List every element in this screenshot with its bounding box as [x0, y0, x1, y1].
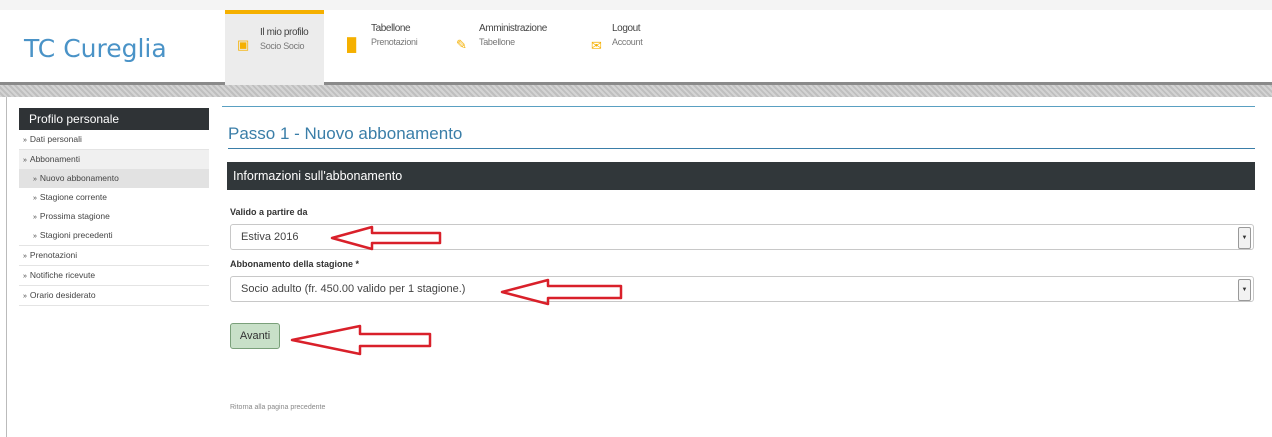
- nav-label: Logout: [612, 23, 641, 34]
- nav-item-amministrazione[interactable]: ✎ Amministrazione Tabellone: [452, 10, 567, 82]
- sidebar-item-label: Stagioni precedenti: [39, 230, 113, 240]
- sidebar-item-stagione-corrente[interactable]: » Stagione corrente: [19, 188, 209, 207]
- left-border: [6, 97, 7, 437]
- dropdown-arrow-icon[interactable]: ▼: [1238, 227, 1251, 249]
- sidebar-item-label: Prossima stagione: [39, 211, 110, 221]
- section-header: Informazioni sull'abbonamento: [227, 162, 1255, 190]
- top-strip: [0, 0, 1272, 10]
- sidebar-item-abbonamenti[interactable]: » Abbonamenti: [19, 150, 209, 169]
- sidebar-item-label: Notifiche ricevute: [29, 270, 96, 280]
- nav-item-tabellone[interactable]: █ Tabellone Prenotazioni: [340, 10, 435, 82]
- main-content: Passo 1 - Nuovo abbonamento Informazioni…: [222, 106, 1255, 411]
- sidebar-item-dati-personali[interactable]: » Dati personali: [19, 130, 209, 150]
- app-logo[interactable]: TC Cureglia: [24, 34, 167, 63]
- season-value: Socio adulto (fr. 450.00 valido per 1 st…: [241, 283, 466, 295]
- sidebar-item-stagioni-precedenti[interactable]: » Stagioni precedenti: [19, 226, 209, 246]
- sidebar-item-prossima-stagione[interactable]: » Prossima stagione: [19, 207, 209, 226]
- sidebar-item-label: Abbonamenti: [29, 154, 80, 164]
- dropdown-arrow-icon[interactable]: ▼: [1238, 279, 1251, 301]
- nav-sublabel: Prenotazioni: [371, 37, 418, 47]
- mail-icon: ✉: [591, 38, 602, 53]
- sidebar-item-label: Prenotazioni: [29, 250, 78, 260]
- nav-sublabel: Socio Socio: [260, 41, 305, 51]
- top-rule: [222, 106, 1255, 107]
- bullet-icon: »: [23, 137, 27, 144]
- valid-from-value: Estiva 2016: [241, 231, 299, 243]
- header: TC Cureglia ▣ Il mio profilo Socio Socio…: [0, 10, 1272, 86]
- nav-label: Il mio profilo: [260, 27, 309, 38]
- bullet-icon: »: [23, 253, 27, 260]
- season-select[interactable]: Socio adulto (fr. 450.00 valido per 1 st…: [230, 276, 1254, 302]
- nav-sublabel: Account: [612, 37, 643, 47]
- nav-item-logout[interactable]: ✉ Logout Account: [588, 10, 668, 82]
- sidebar-item-notifiche-ricevute[interactable]: » Notifiche ricevute: [19, 266, 209, 286]
- sidebar: Profilo personale » Dati personali » Abbon…: [19, 108, 209, 306]
- bullet-icon: »: [33, 233, 37, 240]
- valid-from-label: Valido a partire da: [230, 207, 308, 217]
- sidebar-item-label: Dati personali: [29, 134, 82, 144]
- nav-sublabel: Tabellone: [479, 37, 515, 47]
- sidebar-title: Profilo personale: [19, 108, 209, 130]
- edit-icon: ✎: [456, 37, 467, 52]
- sidebar-item-nuovo-abbonamento[interactable]: » Nuovo abbonamento: [19, 169, 209, 188]
- annotation-arrow-icon: [290, 324, 432, 356]
- header-pattern-band: [0, 85, 1272, 97]
- sidebar-item-label: Orario desiderato: [29, 290, 96, 300]
- annotation-arrow-icon: [500, 278, 623, 306]
- bullet-icon: »: [33, 214, 37, 221]
- bullet-icon: »: [33, 195, 37, 202]
- annotation-arrow-icon: [330, 225, 442, 251]
- bullet-icon: »: [23, 157, 27, 164]
- back-link[interactable]: Ritorna alla pagina precedente: [230, 404, 325, 411]
- bullet-icon: »: [33, 176, 37, 183]
- nav-item-profile[interactable]: ▣ Il mio profilo Socio Socio: [225, 10, 324, 86]
- nav-label: Tabellone: [371, 23, 411, 34]
- nav-label: Amministrazione: [479, 23, 547, 34]
- bullet-icon: »: [23, 293, 27, 300]
- season-label: Abbonamento della stagione *: [230, 259, 360, 269]
- bullet-icon: »: [23, 273, 27, 280]
- grid-icon: █: [347, 37, 357, 52]
- sidebar-item-prenotazioni[interactable]: » Prenotazioni: [19, 246, 209, 266]
- page-title: Passo 1 - Nuovo abbonamento: [228, 124, 463, 143]
- profile-icon: ▣: [237, 37, 250, 52]
- sidebar-item-orario-desiderato[interactable]: » Orario desiderato: [19, 286, 209, 306]
- next-button[interactable]: Avanti: [230, 323, 280, 349]
- sidebar-item-label: Nuovo abbonamento: [39, 173, 119, 183]
- title-rule: [228, 148, 1255, 149]
- sidebar-item-label: Stagione corrente: [39, 192, 108, 202]
